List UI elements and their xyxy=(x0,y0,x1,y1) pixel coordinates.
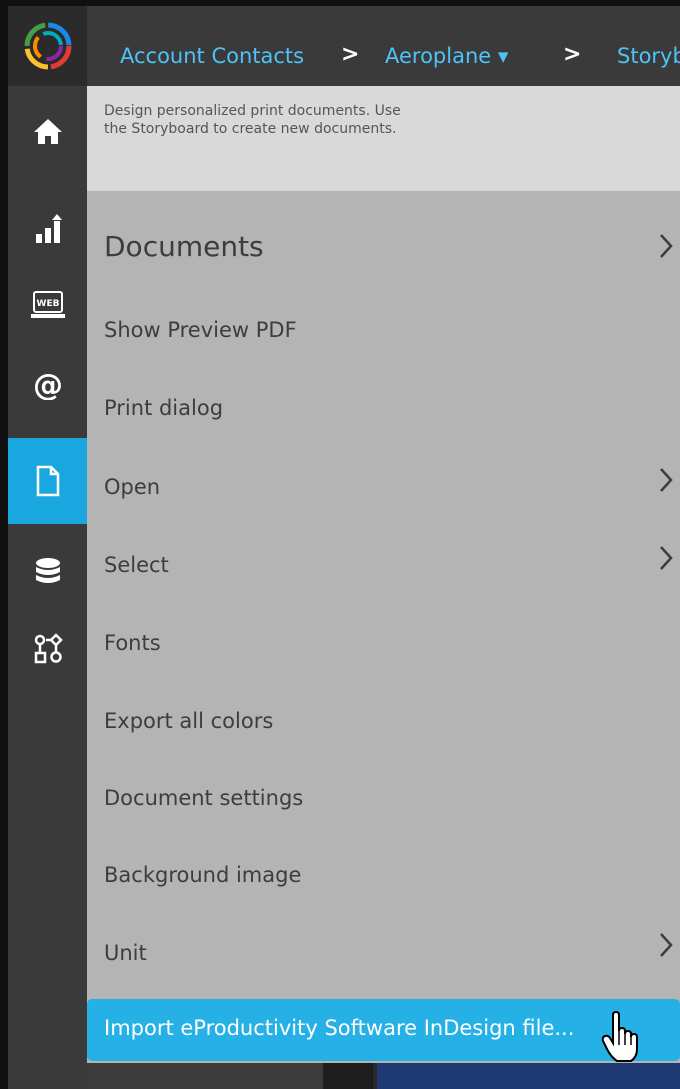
background-block xyxy=(377,1063,680,1089)
database-icon xyxy=(35,558,60,583)
web-icon: WEB xyxy=(30,291,65,318)
document-icon xyxy=(36,465,59,497)
breadcrumb-separator-icon: > xyxy=(341,42,360,67)
menu-item-unit[interactable]: Unit xyxy=(104,941,147,965)
left-nav-rail: WEB @ xyxy=(8,6,87,1089)
breadcrumb-account-contacts[interactable]: Account Contacts xyxy=(120,44,304,68)
background-block xyxy=(323,1063,373,1089)
menu-item-document-settings[interactable]: Document settings xyxy=(104,786,303,810)
menu-item-fonts[interactable]: Fonts xyxy=(104,631,161,655)
chevron-right-icon[interactable] xyxy=(658,232,674,260)
menu-item-open[interactable]: Open xyxy=(104,475,160,499)
menu-item-print-dialog[interactable]: Print dialog xyxy=(104,396,223,420)
menu-item-import-indesign[interactable]: Import eProductivity Software InDesign f… xyxy=(87,999,680,1061)
nav-web[interactable]: WEB xyxy=(8,262,87,348)
underlying-content-strip xyxy=(87,1063,680,1089)
menu-item-background-image[interactable]: Background image xyxy=(104,863,301,887)
breadcrumb-aeroplane-dropdown[interactable]: Aeroplane ▾ xyxy=(385,44,508,68)
menu-item-import-indesign-label: Import eProductivity Software InDesign f… xyxy=(104,1016,575,1040)
nav-workflow[interactable] xyxy=(8,606,87,692)
menu-item-show-preview-pdf[interactable]: Show Preview PDF xyxy=(104,318,297,342)
logo-icon xyxy=(24,22,71,70)
hand-pointer-cursor-icon xyxy=(601,1011,638,1062)
app-window: WEB @ Account Contacts > Aeroplane ▾ > S… xyxy=(8,6,680,1089)
svg-text:@: @ xyxy=(33,370,63,400)
nav-documents[interactable] xyxy=(8,438,87,524)
web-badge-text: WEB xyxy=(36,299,59,309)
background-block xyxy=(87,1063,323,1089)
email-icon: @ xyxy=(33,370,63,400)
menu-heading-documents[interactable]: Documents xyxy=(104,230,264,263)
breadcrumb: Account Contacts > Aeroplane ▾ > Storyb xyxy=(87,6,680,86)
documents-menu-panel: Design personalized print documents. Use… xyxy=(87,86,680,1063)
panel-description-box: Design personalized print documents. Use… xyxy=(87,86,680,191)
breadcrumb-separator-icon: > xyxy=(563,42,582,67)
menu-item-export-all-colors[interactable]: Export all colors xyxy=(104,709,273,733)
nav-email[interactable]: @ xyxy=(8,342,87,428)
chevron-right-icon[interactable] xyxy=(658,466,674,494)
menu-item-select[interactable]: Select xyxy=(104,553,169,577)
chevron-right-icon[interactable] xyxy=(658,931,674,959)
app-logo[interactable] xyxy=(8,6,87,86)
panel-description: Design personalized print documents. Use… xyxy=(104,103,401,137)
workflow-icon xyxy=(34,633,63,664)
chevron-right-icon[interactable] xyxy=(658,544,674,572)
home-icon xyxy=(33,119,62,144)
chart-icon xyxy=(35,214,62,243)
nav-analytics[interactable] xyxy=(8,186,87,272)
breadcrumb-storyboard[interactable]: Storyb xyxy=(617,44,680,68)
nav-home[interactable] xyxy=(8,88,87,174)
nav-data[interactable] xyxy=(8,530,87,616)
